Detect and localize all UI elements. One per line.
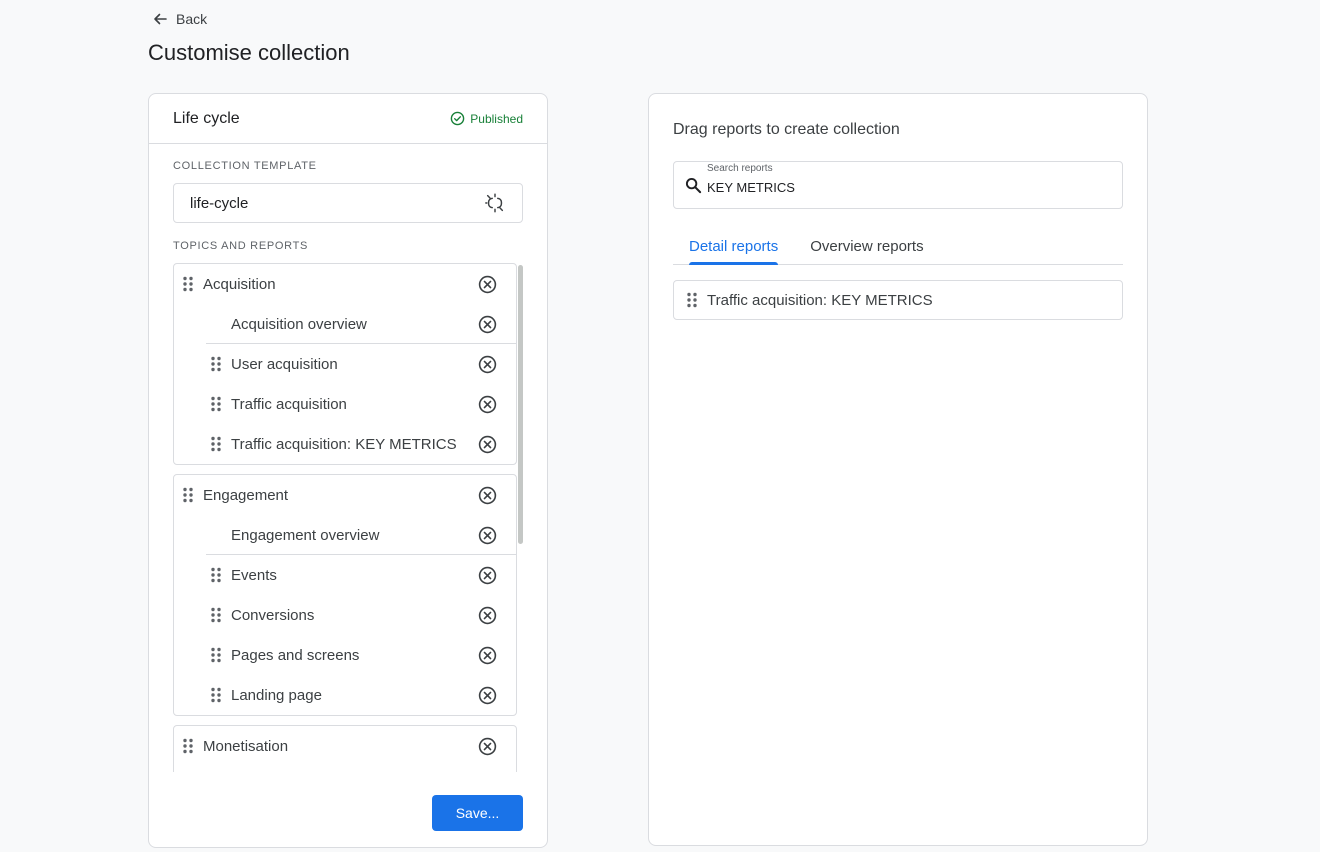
tab-detail-reports[interactable]: Detail reports (673, 231, 794, 265)
overview-row: Engagement overview (174, 515, 516, 555)
save-button[interactable]: Save... (432, 795, 523, 831)
remove-icon[interactable] (478, 355, 497, 374)
topic-name: Monetisation (203, 737, 289, 755)
page-title: Customise collection (148, 40, 350, 65)
topics-scrollbar[interactable] (518, 265, 523, 544)
topic-group-acquisition: Acquisition Acquisition overview User ac… (173, 263, 517, 465)
template-value: life-cycle (190, 194, 249, 212)
tab-overview-reports[interactable]: Overview reports (794, 231, 939, 264)
topic-row[interactable]: Monetisation (174, 726, 516, 766)
remove-icon[interactable] (478, 606, 497, 625)
remove-icon[interactable] (478, 435, 497, 454)
report-row[interactable]: User acquisition (174, 344, 516, 384)
drag-handle-icon[interactable] (210, 647, 222, 663)
remove-icon[interactable] (478, 737, 497, 756)
back-link[interactable]: Back (152, 11, 207, 27)
arrow-back-icon (154, 13, 167, 25)
remove-icon[interactable] (478, 646, 497, 665)
search-label: Search reports (707, 163, 773, 174)
search-icon (685, 177, 702, 194)
remove-icon[interactable] (478, 275, 497, 294)
topic-row[interactable]: Engagement (174, 475, 516, 515)
report-name: Conversions (231, 606, 315, 624)
unlink-icon[interactable] (484, 192, 506, 214)
overview-name: Engagement overview (231, 526, 380, 544)
report-name: Pages and screens (231, 646, 360, 664)
report-row[interactable]: Pages and screens (174, 635, 516, 675)
remove-icon[interactable] (478, 395, 497, 414)
search-input[interactable] (707, 180, 1107, 195)
drag-handle-icon[interactable] (210, 356, 222, 372)
drag-handle-icon[interactable] (210, 567, 222, 583)
topic-name: Engagement (203, 486, 289, 504)
collection-title: Life cycle (173, 109, 240, 127)
overview-row: Acquisition overview (174, 304, 516, 344)
topics-list[interactable]: Acquisition Acquisition overview User ac… (173, 263, 523, 772)
remove-icon[interactable] (478, 566, 497, 585)
overview-name: Acquisition overview (231, 315, 367, 333)
drag-handle-icon[interactable] (182, 276, 194, 292)
topic-group-engagement: Engagement Engagement overview Events Co… (173, 474, 517, 716)
drag-handle-icon[interactable] (686, 292, 698, 308)
status-badge: Published (450, 111, 523, 126)
topic-name: Acquisition (203, 275, 276, 293)
drag-handle-icon[interactable] (210, 396, 222, 412)
report-name: User acquisition (231, 355, 338, 373)
drag-handle-icon[interactable] (210, 607, 222, 623)
report-tabs: Detail reports Overview reports (673, 231, 1123, 265)
search-field[interactable]: Search reports (673, 161, 1123, 209)
report-name: Events (231, 566, 277, 584)
topic-group-monetisation: Monetisation (173, 725, 517, 772)
back-label: Back (176, 11, 208, 27)
report-library-card: Drag reports to create collection Search… (648, 93, 1148, 846)
remove-icon[interactable] (478, 526, 497, 545)
report-name: Traffic acquisition (231, 395, 347, 413)
report-row[interactable]: Traffic acquisition (174, 384, 516, 424)
check-circle-icon (450, 111, 465, 126)
report-row[interactable]: Traffic acquisition: KEY METRICS (174, 424, 516, 464)
topics-reports-label: TOPICS AND REPORTS (173, 240, 309, 252)
remove-icon[interactable] (478, 686, 497, 705)
report-row[interactable]: Conversions (174, 595, 516, 635)
report-result-item[interactable]: Traffic acquisition: KEY METRICS (673, 280, 1123, 320)
template-field: life-cycle (173, 183, 523, 223)
collection-header: Life cycle Published (149, 94, 547, 144)
result-name: Traffic acquisition: KEY METRICS (707, 291, 933, 309)
drag-handle-icon[interactable] (182, 487, 194, 503)
remove-icon[interactable] (478, 315, 497, 334)
report-name: Landing page (231, 686, 322, 704)
drag-handle-icon[interactable] (210, 687, 222, 703)
collection-template-label: COLLECTION TEMPLATE (173, 160, 317, 172)
drag-handle-icon[interactable] (182, 738, 194, 754)
remove-icon[interactable] (478, 486, 497, 505)
status-label: Published (470, 111, 523, 126)
collection-editor-card: Life cycle Published COLLECTION TEMPLATE… (148, 93, 548, 848)
report-name: Traffic acquisition: KEY METRICS (231, 435, 457, 453)
drag-handle-icon[interactable] (210, 436, 222, 452)
library-title: Drag reports to create collection (673, 121, 900, 138)
report-row[interactable]: Landing page (174, 675, 516, 715)
topic-row[interactable]: Acquisition (174, 264, 516, 304)
report-row[interactable]: Events (174, 555, 516, 595)
